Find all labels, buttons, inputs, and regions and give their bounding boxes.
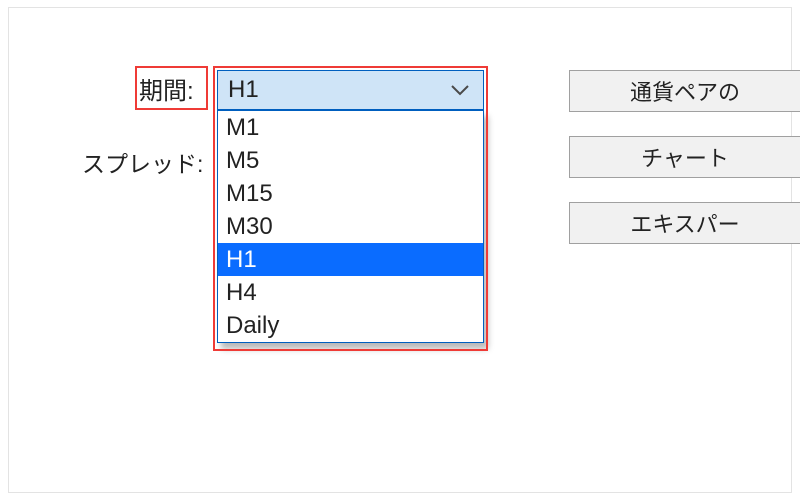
spread-label: スプレッド:	[82, 153, 203, 176]
period-option[interactable]: H1	[218, 243, 483, 276]
period-option[interactable]: M5	[218, 144, 483, 177]
period-combobox[interactable]: H1	[217, 70, 484, 110]
period-option[interactable]: Daily	[218, 309, 483, 342]
period-option[interactable]: M30	[218, 210, 483, 243]
expert-button[interactable]: エキスパー	[569, 202, 800, 244]
chevron-down-icon	[451, 84, 469, 96]
window-frame: 期間: スプレッド: H1 M1M5M15M30H1H4Daily 通貨ペアの …	[8, 7, 792, 493]
period-label: 期間:	[139, 80, 194, 104]
period-option[interactable]: M15	[218, 177, 483, 210]
currency-pair-button[interactable]: 通貨ペアの	[569, 70, 800, 112]
period-option[interactable]: H4	[218, 276, 483, 309]
period-combobox-value: H1	[228, 76, 259, 104]
period-dropdown-list[interactable]: M1M5M15M30H1H4Daily	[217, 110, 484, 343]
period-option[interactable]: M1	[218, 111, 483, 144]
chart-button-label: チャート	[641, 141, 729, 173]
chart-button[interactable]: チャート	[569, 136, 800, 178]
expert-button-label: エキスパー	[630, 207, 739, 239]
currency-pair-button-label: 通貨ペアの	[630, 75, 740, 107]
